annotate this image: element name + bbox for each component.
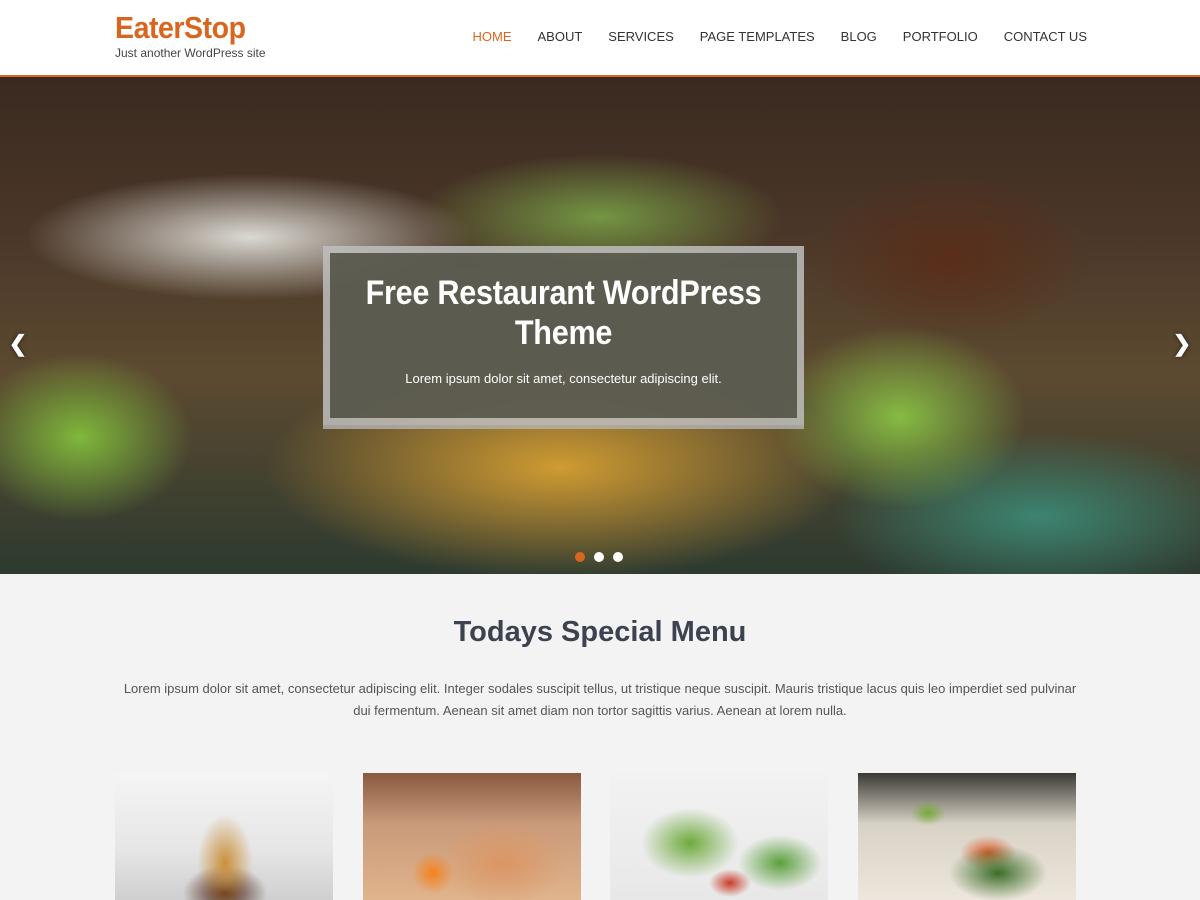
nav-item-contact-us[interactable]: CONTACT US <box>1004 29 1087 44</box>
slide-title: Free Restaurant WordPress Theme <box>365 274 762 352</box>
slider-dot-1[interactable] <box>575 552 585 562</box>
slide-subtitle: Lorem ipsum dolor sit amet, consectetur … <box>405 371 722 386</box>
slider-pagination <box>575 552 632 562</box>
nav-item-home[interactable]: HOME <box>472 29 511 44</box>
main-navigation: HOME ABOUT SERVICES PAGE TEMPLATES BLOG … <box>446 29 1087 44</box>
site-tagline: Just another WordPress site <box>115 46 266 60</box>
menu-item-image[interactable] <box>363 773 581 900</box>
menu-item-image[interactable] <box>858 773 1076 900</box>
slider-dot-3[interactable] <box>613 552 623 562</box>
slider-dot-2[interactable] <box>594 552 604 562</box>
chevron-right-icon[interactable]: ❯ <box>1170 332 1194 356</box>
section-description: Lorem ipsum dolor sit amet, consectetur … <box>123 681 1077 718</box>
site-title-link[interactable]: EaterStop <box>115 11 253 45</box>
section-title: Todays Special Menu <box>453 616 747 648</box>
menu-item-image[interactable] <box>115 773 333 900</box>
nav-item-blog[interactable]: BLOG <box>841 29 877 44</box>
nav-item-portfolio[interactable]: PORTFOLIO <box>903 29 978 44</box>
slide-caption-box: Free Restaurant WordPress Theme Lorem ip… <box>323 246 804 425</box>
hero-slider: ❮ ❯ Free Restaurant WordPress Theme Lore… <box>0 77 1200 574</box>
nav-item-services[interactable]: SERVICES <box>608 29 674 44</box>
menu-item-image[interactable] <box>610 773 828 900</box>
site-header: EaterStop Just another WordPress site HO… <box>0 0 1200 77</box>
nav-item-about[interactable]: ABOUT <box>537 29 582 44</box>
slide-caption-inner: Free Restaurant WordPress Theme Lorem ip… <box>330 253 797 418</box>
chevron-left-icon[interactable]: ❮ <box>6 332 30 356</box>
nav-item-page-templates[interactable]: PAGE TEMPLATES <box>700 29 815 44</box>
site-logo: EaterStop Just another WordPress site <box>115 11 266 61</box>
